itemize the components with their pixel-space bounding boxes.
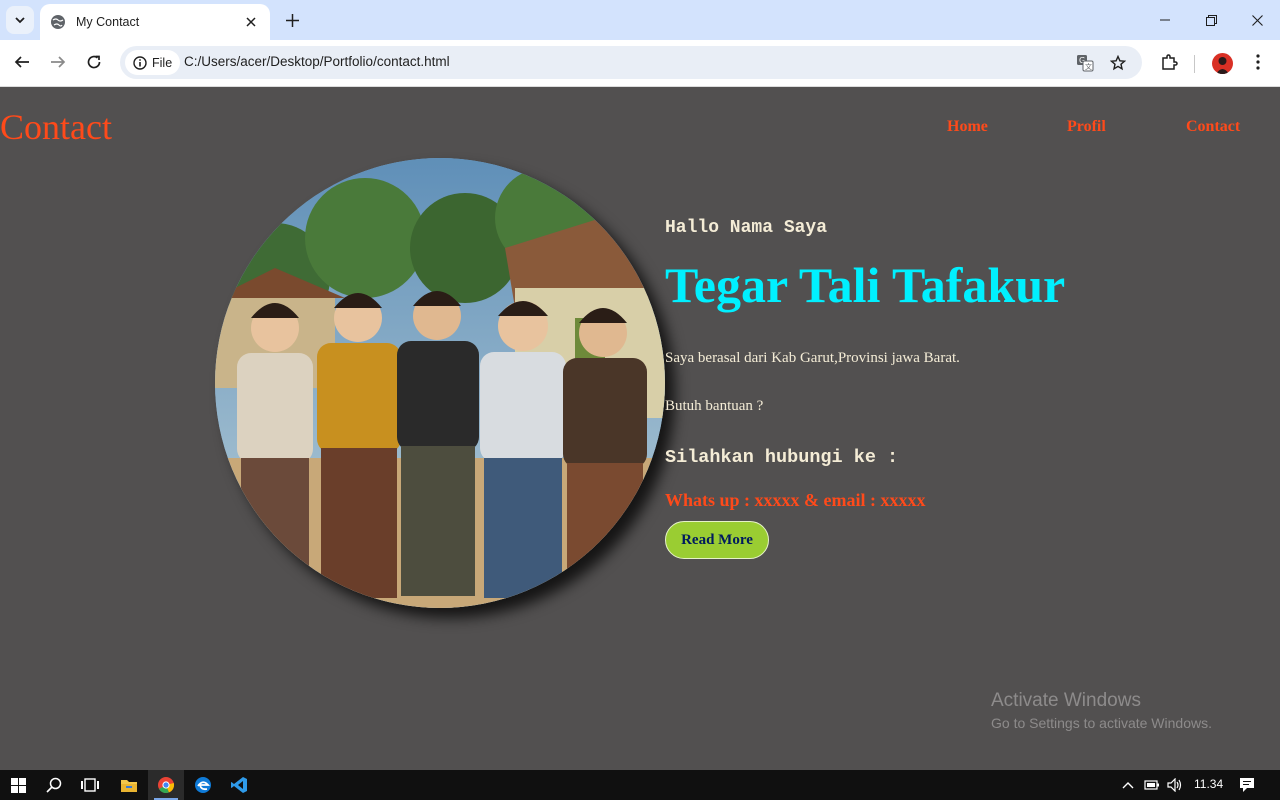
nav-contact[interactable]: Contact	[1186, 118, 1240, 136]
avatar-icon	[1216, 57, 1229, 74]
site-chip-label: File	[152, 55, 173, 70]
activate-windows-title: Activate Windows	[991, 690, 1141, 711]
new-tab-button[interactable]	[282, 10, 302, 30]
contact-info: Whats up : xxxxx & email : xxxxx	[665, 490, 926, 510]
translate-button[interactable]: G文	[1075, 53, 1095, 73]
window-close-button[interactable]	[1234, 0, 1280, 40]
task-view-icon	[81, 778, 99, 792]
nav-home[interactable]: Home	[947, 118, 988, 136]
taskbar-search-button[interactable]	[36, 770, 72, 800]
taskbar-file-explorer[interactable]	[111, 770, 147, 800]
task-view-button[interactable]	[72, 770, 108, 800]
taskbar: 11.34	[0, 770, 1280, 800]
reload-button[interactable]	[82, 50, 106, 74]
tab-close-button[interactable]	[242, 13, 260, 31]
site-info-chip[interactable]: File	[125, 50, 181, 75]
translate-icon: G文	[1077, 55, 1094, 72]
star-icon	[1110, 55, 1126, 71]
edge-icon	[195, 777, 211, 793]
battery-icon	[1144, 780, 1159, 790]
taskbar-edge[interactable]	[185, 770, 221, 800]
profile-photo	[215, 158, 665, 608]
profile-avatar[interactable]	[1212, 53, 1233, 74]
volume-icon	[1167, 778, 1182, 792]
chrome-icon	[158, 777, 175, 794]
menu-button[interactable]	[1246, 50, 1270, 74]
file-explorer-icon	[121, 780, 137, 792]
activate-windows-subtitle: Go to Settings to activate Windows.	[991, 715, 1212, 731]
minimize-icon	[1160, 19, 1170, 21]
restore-button[interactable]	[1188, 0, 1234, 40]
contact-heading: Silahkan hubungi ke :	[665, 447, 899, 468]
tray-battery[interactable]	[1144, 777, 1160, 793]
tab-search-button[interactable]	[6, 6, 34, 34]
notification-center[interactable]	[1239, 777, 1255, 793]
forward-button[interactable]	[46, 50, 70, 74]
chevron-up-icon	[1122, 782, 1134, 789]
address-bar[interactable]: File C:/Users/acer/Desktop/Portfolio/con…	[120, 46, 1142, 79]
extensions-button[interactable]	[1157, 50, 1181, 74]
taskbar-vscode[interactable]	[221, 770, 257, 800]
tab-title: My Contact	[76, 15, 140, 29]
tray-volume[interactable]	[1167, 777, 1183, 793]
reload-icon	[87, 55, 101, 69]
minimize-button[interactable]	[1142, 0, 1188, 40]
page-content: Contact Home Profil Contact Hallo Nama S…	[0, 88, 1280, 770]
back-icon	[14, 56, 29, 68]
page-logo: Contact	[0, 107, 112, 147]
bookmark-button[interactable]	[1108, 53, 1128, 73]
url-text[interactable]: C:/Users/acer/Desktop/Portfolio/contact.…	[184, 54, 450, 69]
more-icon	[1256, 54, 1260, 70]
back-button[interactable]	[10, 50, 34, 74]
windows-start-icon	[10, 777, 26, 793]
search-icon	[46, 777, 62, 793]
close-icon	[1251, 14, 1263, 26]
close-icon	[246, 17, 256, 27]
globe-icon	[51, 15, 65, 29]
browser-tab[interactable]: My Contact	[40, 4, 270, 40]
notification-icon	[1240, 778, 1254, 792]
person-name: Tegar Tali Tafakur	[665, 257, 1066, 313]
svg-text:文: 文	[1085, 62, 1092, 71]
tab-search-icon	[15, 17, 25, 24]
info-icon	[133, 55, 147, 70]
tab-strip: My Contact	[0, 0, 1280, 40]
start-button[interactable]	[0, 770, 36, 800]
vscode-icon	[231, 777, 247, 793]
extensions-icon	[1162, 54, 1178, 70]
toolbar-divider	[1194, 55, 1195, 73]
taskbar-chrome[interactable]	[148, 770, 184, 800]
help-text: Butuh bantuan ?	[665, 398, 764, 414]
browser-toolbar: File C:/Users/acer/Desktop/Portfolio/con…	[0, 40, 1280, 87]
tray-overflow[interactable]	[1120, 777, 1136, 793]
origin-text: Saya berasal dari Kab Garut,Provinsi jaw…	[665, 350, 960, 366]
restore-icon	[1205, 14, 1217, 26]
read-more-button[interactable]: Read More	[665, 521, 769, 559]
greeting-text: Hallo Nama Saya	[665, 218, 828, 238]
forward-icon	[51, 56, 66, 68]
nav-profil[interactable]: Profil	[1067, 118, 1106, 136]
taskbar-clock[interactable]: 11.34	[1194, 777, 1223, 791]
plus-icon	[285, 13, 299, 27]
